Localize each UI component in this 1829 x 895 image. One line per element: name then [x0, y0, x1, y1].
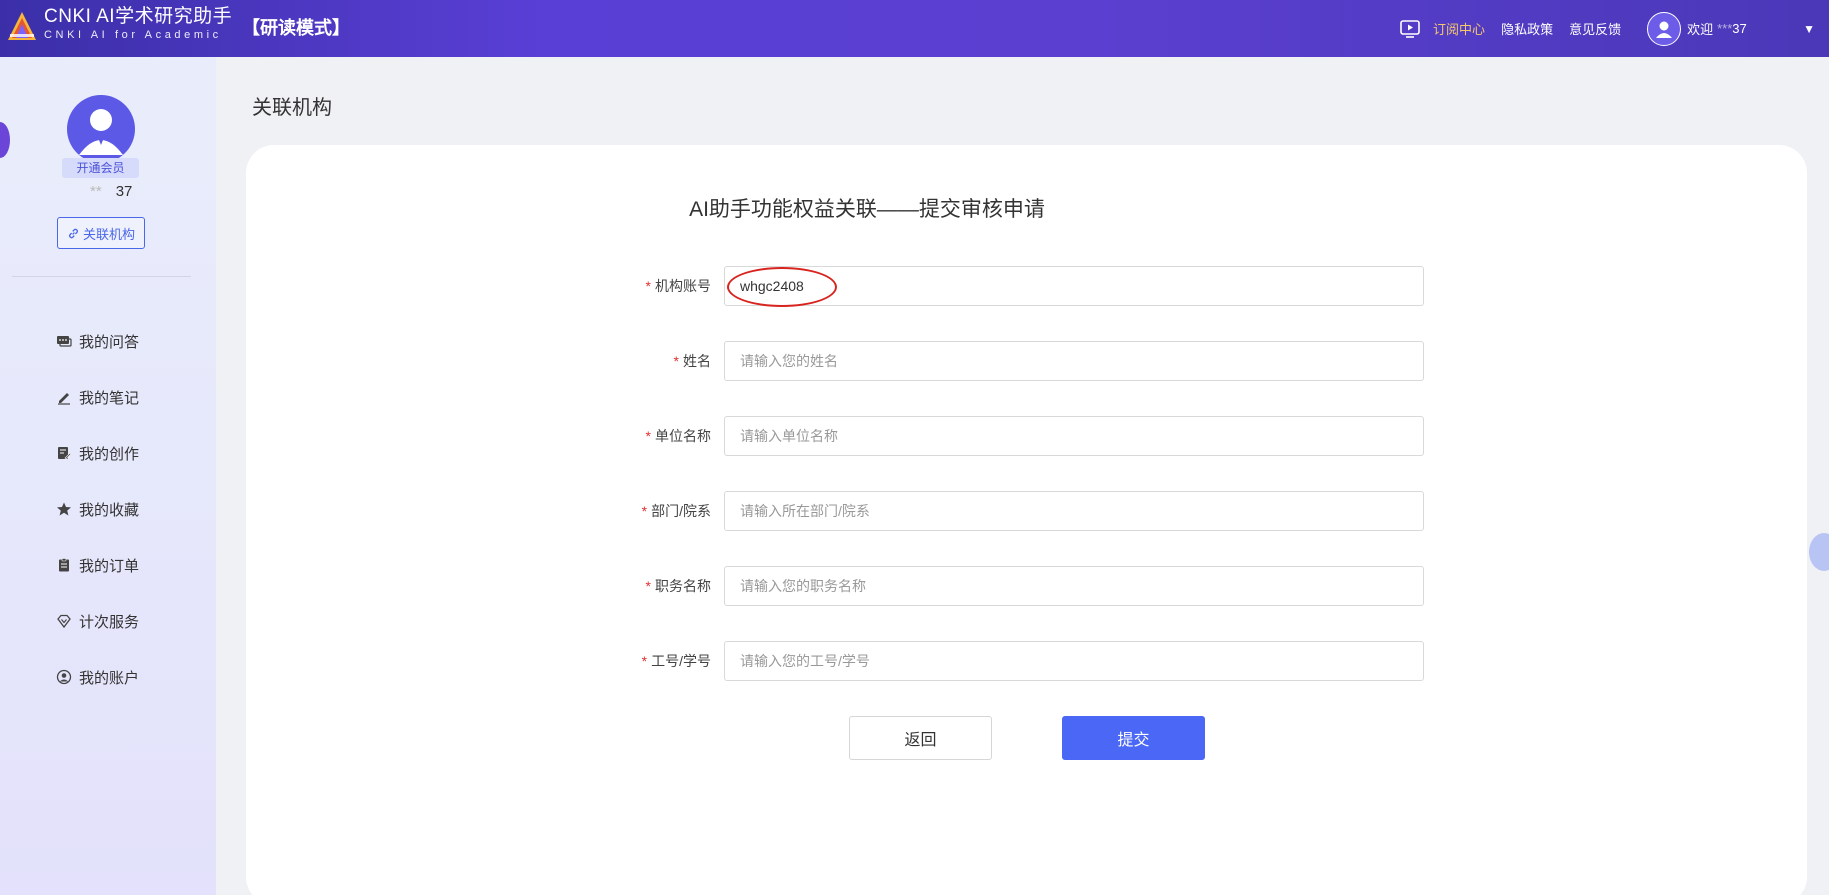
form-title: AI助手功能权益关联——提交审核申请: [689, 198, 1045, 221]
organization-name-input[interactable]: 请输入单位名称: [724, 416, 1424, 456]
caret-down-icon[interactable]: ▼: [1803, 22, 1815, 36]
user-circle-icon: [56, 669, 72, 685]
required-mark: *: [645, 278, 651, 294]
field-label-text: 部门/院系: [651, 503, 711, 519]
organization-name-placeholder: 请输入单位名称: [740, 428, 838, 444]
username-masked: **: [90, 183, 102, 200]
field-staff-student-id: * 工号/学号 请输入您的工号/学号: [626, 641, 1424, 681]
field-organization-name: * 单位名称 请输入单位名称: [626, 416, 1424, 456]
sidebar-item-label: 我的账户: [79, 669, 140, 687]
link-icon: [69, 228, 78, 238]
brand-title: CNKI AI学术研究助手: [44, 6, 233, 27]
sidebar-menu: 我的问答 我的笔记 我的创作 我的收藏 我的订单 计次服务 我的账户: [56, 313, 139, 705]
brand[interactable]: CNKI AI学术研究助手 CNKI AI for Academic: [44, 6, 232, 42]
floating-side-tab[interactable]: [1809, 533, 1829, 571]
diamond-icon: [57, 614, 71, 629]
required-mark: *: [641, 653, 648, 669]
submit-button[interactable]: 提交: [1062, 716, 1205, 760]
user-icon: [1656, 21, 1673, 38]
job-title-input[interactable]: 请输入您的职务名称: [724, 566, 1424, 606]
staff-student-id-input[interactable]: 请输入您的工号/学号: [724, 641, 1424, 681]
header-right: 订阅中心 隐私政策 意见反馈 欢迎 ***37 ▼: [1399, 0, 1829, 57]
form-card: AI助手功能权益关联——提交审核申请 * 机构账号 whgc2408 * 姓名 请输…: [246, 145, 1807, 895]
field-label: * 机构账号: [626, 276, 724, 296]
link-organization-button[interactable]: 关联机构: [57, 217, 145, 249]
username-suffix: 37: [1732, 21, 1747, 36]
link-organization-label: 关联机构: [82, 226, 135, 242]
username-suffix: 37: [115, 183, 133, 200]
subscribe-center-link[interactable]: 订阅中心: [1433, 19, 1485, 38]
field-department: * 部门/院系 请输入所在部门/院系: [626, 491, 1424, 531]
sidebar-item-usage-service[interactable]: 计次服务: [56, 593, 139, 649]
edit-doc-icon: [58, 447, 72, 460]
sidebar-item-my-orders[interactable]: 我的订单: [56, 537, 139, 593]
field-label-text: 工号/学号: [651, 653, 711, 669]
clipboard-icon: [59, 558, 69, 572]
star-icon: [57, 502, 71, 516]
required-mark: *: [645, 578, 651, 594]
sidebar-username: ** 37: [60, 183, 160, 200]
org-account-input[interactable]: whgc2408: [724, 266, 1424, 307]
name-input[interactable]: 请输入您的姓名: [724, 341, 1424, 381]
chat-icon: [57, 336, 72, 347]
privacy-policy-link[interactable]: 隐私政策: [1501, 19, 1553, 38]
job-title-placeholder: 请输入您的职务名称: [740, 578, 866, 594]
red-circle-annotation: [727, 267, 837, 307]
field-label: * 姓名: [626, 351, 724, 371]
user-icon: [79, 109, 123, 155]
required-mark: *: [673, 353, 679, 369]
cnki-logo-icon[interactable]: [6, 10, 38, 42]
header-username[interactable]: ***37: [1717, 21, 1801, 36]
sidebar: 开通会员 ** 37 关联机构 我的问答 我的笔记 我的创作 我的收藏 我的订单…: [0, 57, 216, 895]
welcome-text: 欢迎: [1687, 22, 1714, 37]
open-membership-badge[interactable]: 开通会员: [62, 158, 139, 178]
sidebar-avatar[interactable]: [67, 95, 135, 163]
brand-subtitle: CNKI AI for Academic: [44, 29, 222, 41]
screen-play-icon[interactable]: [1399, 18, 1421, 40]
field-label-text: 姓名: [683, 353, 711, 369]
field-job-title: * 职务名称 请输入您的职务名称: [626, 566, 1424, 606]
sidebar-item-label: 计次服务: [79, 613, 140, 631]
collapse-handle[interactable]: [0, 122, 10, 158]
sidebar-divider: [12, 276, 191, 277]
sidebar-item-my-favorites[interactable]: 我的收藏: [56, 481, 139, 537]
sidebar-item-label: 我的创作: [79, 445, 140, 463]
field-org-account: * 机构账号 whgc2408: [626, 266, 1424, 307]
sidebar-item-label: 我的收藏: [79, 501, 140, 519]
sidebar-item-label: 我的订单: [79, 557, 140, 575]
department-input[interactable]: 请输入所在部门/院系: [724, 491, 1424, 531]
required-mark: *: [641, 503, 648, 519]
mode-label[interactable]: 【研读模式】: [242, 14, 350, 40]
required-mark: *: [645, 428, 651, 444]
field-label: * 工号/学号: [626, 651, 724, 671]
sidebar-item-label: 我的问答: [79, 333, 140, 351]
sidebar-item-label: 我的笔记: [79, 389, 140, 407]
username-masked: ***: [1717, 21, 1733, 36]
field-name: * 姓名 请输入您的姓名: [626, 341, 1424, 381]
sidebar-item-my-notes[interactable]: 我的笔记: [56, 369, 139, 425]
field-label-text: 机构账号: [655, 278, 711, 294]
sidebar-item-my-account[interactable]: 我的账户: [56, 649, 139, 705]
field-label-text: 职务名称: [655, 578, 711, 594]
pen-icon: [58, 393, 70, 405]
feedback-link[interactable]: 意见反馈: [1569, 19, 1621, 38]
staff-student-id-placeholder: 请输入您的工号/学号: [740, 653, 870, 669]
field-label: * 部门/院系: [626, 501, 724, 521]
back-button[interactable]: 返回: [849, 716, 992, 760]
field-label: * 单位名称: [626, 426, 724, 446]
field-label-text: 单位名称: [655, 428, 711, 444]
sidebar-item-my-creations[interactable]: 我的创作: [56, 425, 139, 481]
name-placeholder: 请输入您的姓名: [740, 353, 838, 369]
field-label: * 职务名称: [626, 576, 724, 596]
top-header: CNKI AI学术研究助手 CNKI AI for Academic 【研读模式…: [0, 0, 1829, 57]
page-title: 关联机构: [252, 97, 332, 119]
header-avatar[interactable]: [1647, 11, 1682, 46]
sidebar-item-my-qa[interactable]: 我的问答: [56, 313, 139, 369]
department-placeholder: 请输入所在部门/院系: [740, 503, 870, 519]
